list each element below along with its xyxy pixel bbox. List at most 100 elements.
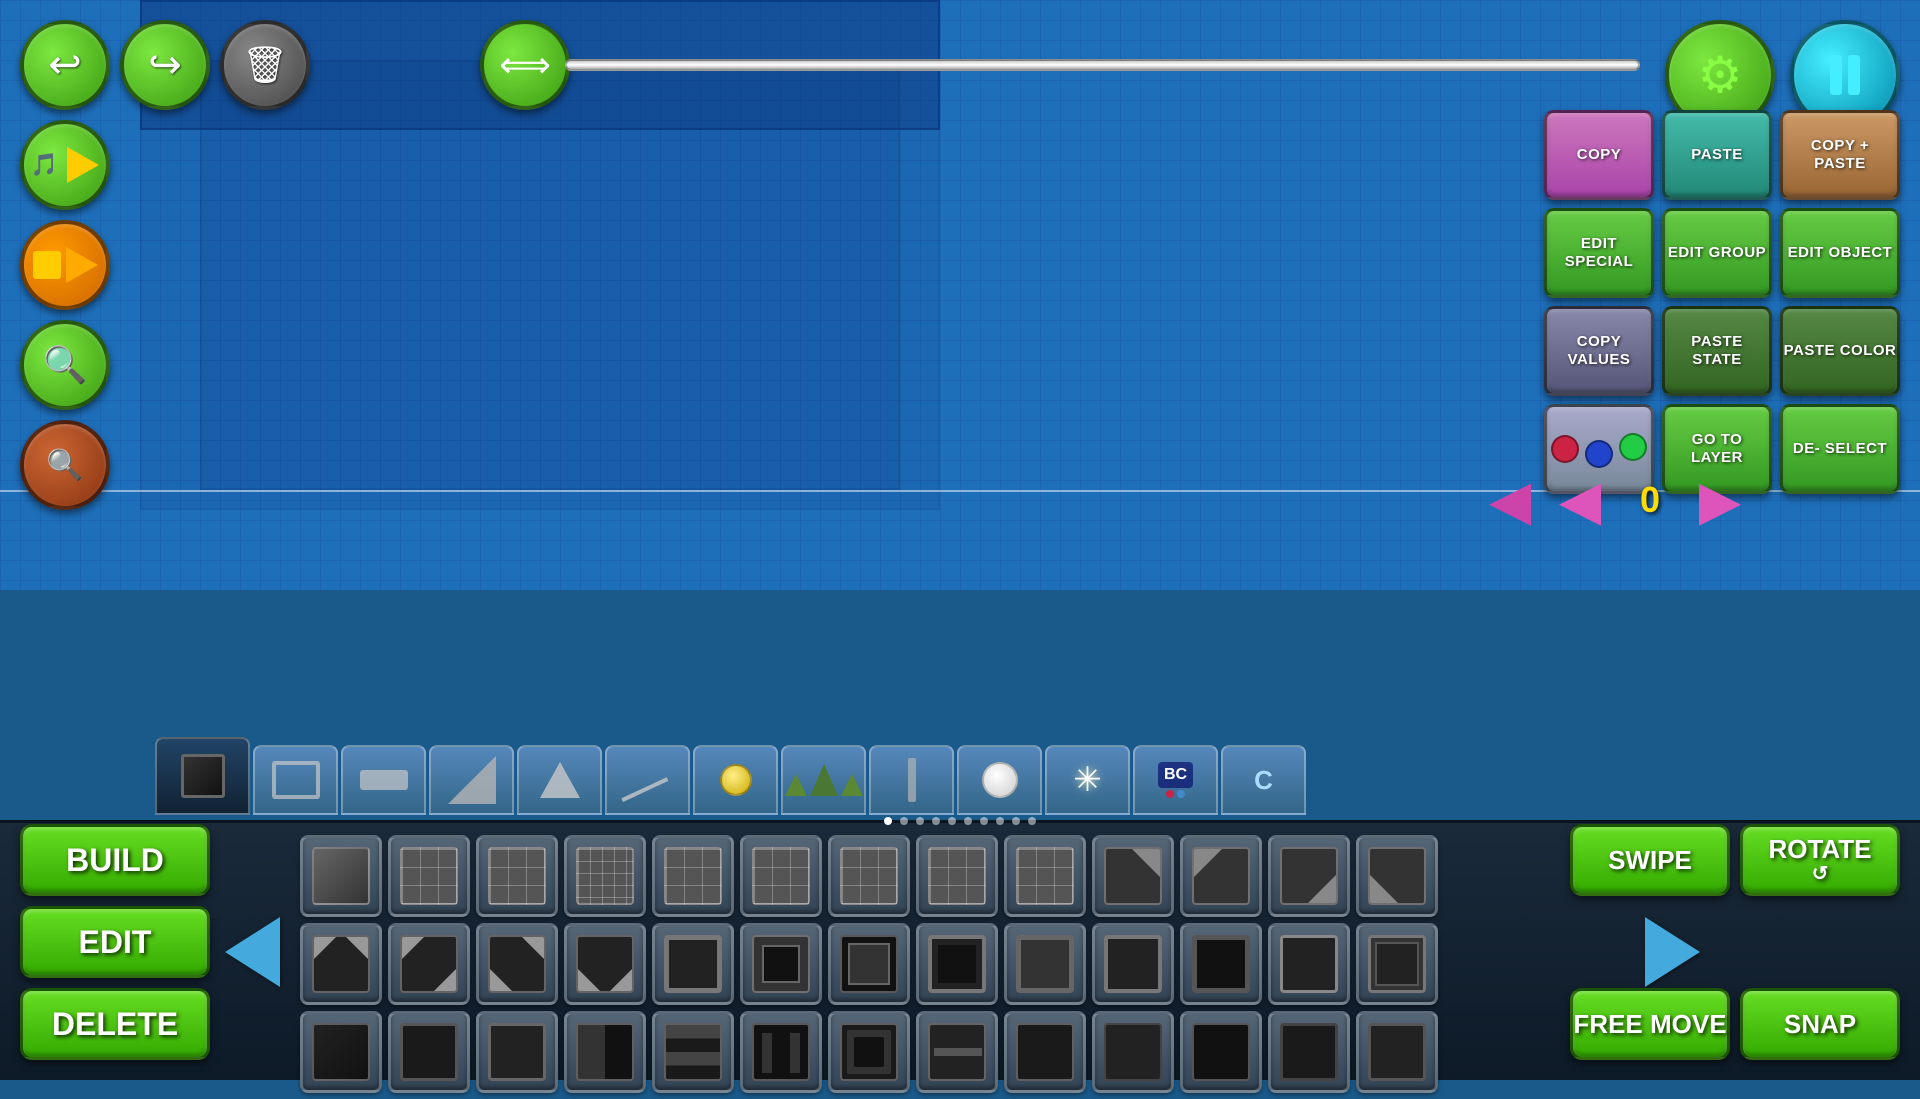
layer-prev-large-icon: ◀: [1489, 468, 1531, 532]
tab-diagonal[interactable]: [429, 745, 514, 815]
object-cell[interactable]: [916, 1011, 998, 1093]
paste-state-button[interactable]: PASTE STATE: [1662, 306, 1772, 396]
object-cell[interactable]: [652, 835, 734, 917]
object-cell[interactable]: [1004, 923, 1086, 1005]
copy-values-button[interactable]: COPY VALUES: [1544, 306, 1654, 396]
object-cell[interactable]: [1092, 1011, 1174, 1093]
tab-triangle[interactable]: [517, 745, 602, 815]
zoom-in-button[interactable]: 🔍: [20, 320, 110, 410]
object-cell[interactable]: [1356, 835, 1438, 917]
pagination-dot[interactable]: [1012, 817, 1020, 825]
pagination-dot[interactable]: [948, 817, 956, 825]
object-cell[interactable]: [1180, 923, 1262, 1005]
edit-mode-button[interactable]: EDIT: [20, 906, 210, 978]
pagination-dot[interactable]: [980, 817, 988, 825]
zoom-out-button[interactable]: 🔍: [20, 420, 110, 510]
object-cell[interactable]: [916, 835, 998, 917]
paste-color-button[interactable]: PASTE COLOR: [1780, 306, 1900, 396]
object-cell[interactable]: [916, 923, 998, 1005]
top-slider[interactable]: ⟺: [480, 20, 1640, 110]
slider-thumb[interactable]: ⟺: [480, 20, 570, 110]
thin-rect-icon: [360, 770, 408, 790]
slider-track[interactable]: [565, 59, 1640, 71]
delete-top-button[interactable]: 🗑: [220, 20, 310, 110]
tab-empty-rect[interactable]: [253, 745, 338, 815]
tab-burst[interactable]: ✳: [1045, 745, 1130, 815]
object-cell[interactable]: [1268, 923, 1350, 1005]
object-cell[interactable]: [652, 923, 734, 1005]
tab-bc[interactable]: BC: [1133, 745, 1218, 815]
stop-button[interactable]: [20, 220, 110, 310]
tab-c[interactable]: C: [1221, 745, 1306, 815]
pagination-dot[interactable]: [884, 817, 892, 825]
tab-filled-square[interactable]: [155, 737, 250, 815]
object-cell[interactable]: [476, 1011, 558, 1093]
object-cell[interactable]: [1092, 923, 1174, 1005]
pagination-dot[interactable]: [996, 817, 1004, 825]
layer-prev-large-button[interactable]: ◀: [1480, 470, 1540, 530]
object-cell[interactable]: [388, 1011, 470, 1093]
object-cell[interactable]: [828, 1011, 910, 1093]
tab-circle-yellow[interactable]: [693, 745, 778, 815]
pagination-dot[interactable]: [1028, 817, 1036, 825]
tab-white-circle[interactable]: [957, 745, 1042, 815]
free-move-button[interactable]: FREE MOVE: [1570, 988, 1730, 1060]
object-cell[interactable]: [1356, 1011, 1438, 1093]
object-cell[interactable]: [1004, 1011, 1086, 1093]
object-cell[interactable]: [564, 923, 646, 1005]
paste-button[interactable]: PASTE: [1662, 110, 1772, 200]
swipe-button[interactable]: SWIPE: [1570, 824, 1730, 896]
music-button[interactable]: 🎵: [20, 120, 110, 210]
object-cell[interactable]: [1180, 835, 1262, 917]
copy-paste-button[interactable]: COPY + PASTE: [1780, 110, 1900, 200]
object-cell[interactable]: [300, 835, 382, 917]
object-cell[interactable]: [388, 835, 470, 917]
edit-group-button[interactable]: EDIT GROUP: [1662, 208, 1772, 298]
grid-prev-button[interactable]: [225, 917, 280, 987]
burst-icon: ✳: [1073, 760, 1102, 800]
tab-thin-rect[interactable]: [341, 745, 426, 815]
deselect-button[interactable]: DE- SELECT: [1780, 404, 1900, 494]
object-cell[interactable]: [828, 923, 910, 1005]
delete-mode-button[interactable]: DELETE: [20, 988, 210, 1060]
layer-prev-button[interactable]: ◀: [1550, 470, 1610, 530]
tab-mountains[interactable]: [781, 745, 866, 815]
object-cell[interactable]: [1356, 923, 1438, 1005]
pagination-dot[interactable]: [964, 817, 972, 825]
tab-slope[interactable]: [605, 745, 690, 815]
object-cell[interactable]: [1092, 835, 1174, 917]
object-cell[interactable]: [476, 923, 558, 1005]
pagination-dot[interactable]: [932, 817, 940, 825]
redo-button[interactable]: ↪: [120, 20, 210, 110]
pagination-dot[interactable]: [916, 817, 924, 825]
object-cell[interactable]: [300, 923, 382, 1005]
object-cell[interactable]: [564, 1011, 646, 1093]
left-toolbar: ↩ ↪ 🗑 🎵 🔍 🔍: [20, 20, 310, 510]
object-cell[interactable]: [564, 835, 646, 917]
object-cell[interactable]: [1268, 1011, 1350, 1093]
edit-special-button[interactable]: EDIT SPECIAL: [1544, 208, 1654, 298]
object-row-3: [300, 1011, 1690, 1093]
build-mode-button[interactable]: BUILD: [20, 824, 210, 896]
object-cell[interactable]: [476, 835, 558, 917]
object-row-2: [300, 923, 1690, 1005]
tab-pillar[interactable]: [869, 745, 954, 815]
snap-button[interactable]: SNAP: [1740, 988, 1900, 1060]
copy-button[interactable]: COPY: [1544, 110, 1654, 200]
undo-button[interactable]: ↩: [20, 20, 110, 110]
object-cell[interactable]: [300, 1011, 382, 1093]
rotate-button[interactable]: ROTATE↺: [1740, 824, 1900, 896]
object-cell[interactable]: [740, 835, 822, 917]
edit-object-button[interactable]: EDIT OBJECT: [1780, 208, 1900, 298]
layer-next-button[interactable]: ▶: [1690, 470, 1750, 530]
object-cell[interactable]: [1180, 1011, 1262, 1093]
object-cell[interactable]: [740, 1011, 822, 1093]
pagination-dot[interactable]: [900, 817, 908, 825]
object-cell[interactable]: [388, 923, 470, 1005]
object-cell[interactable]: [1268, 835, 1350, 917]
object-cell[interactable]: [740, 923, 822, 1005]
object-cell[interactable]: [828, 835, 910, 917]
object-cell[interactable]: [1004, 835, 1086, 917]
zoom-in-icon: 🔍: [43, 344, 88, 386]
object-cell[interactable]: [652, 1011, 734, 1093]
